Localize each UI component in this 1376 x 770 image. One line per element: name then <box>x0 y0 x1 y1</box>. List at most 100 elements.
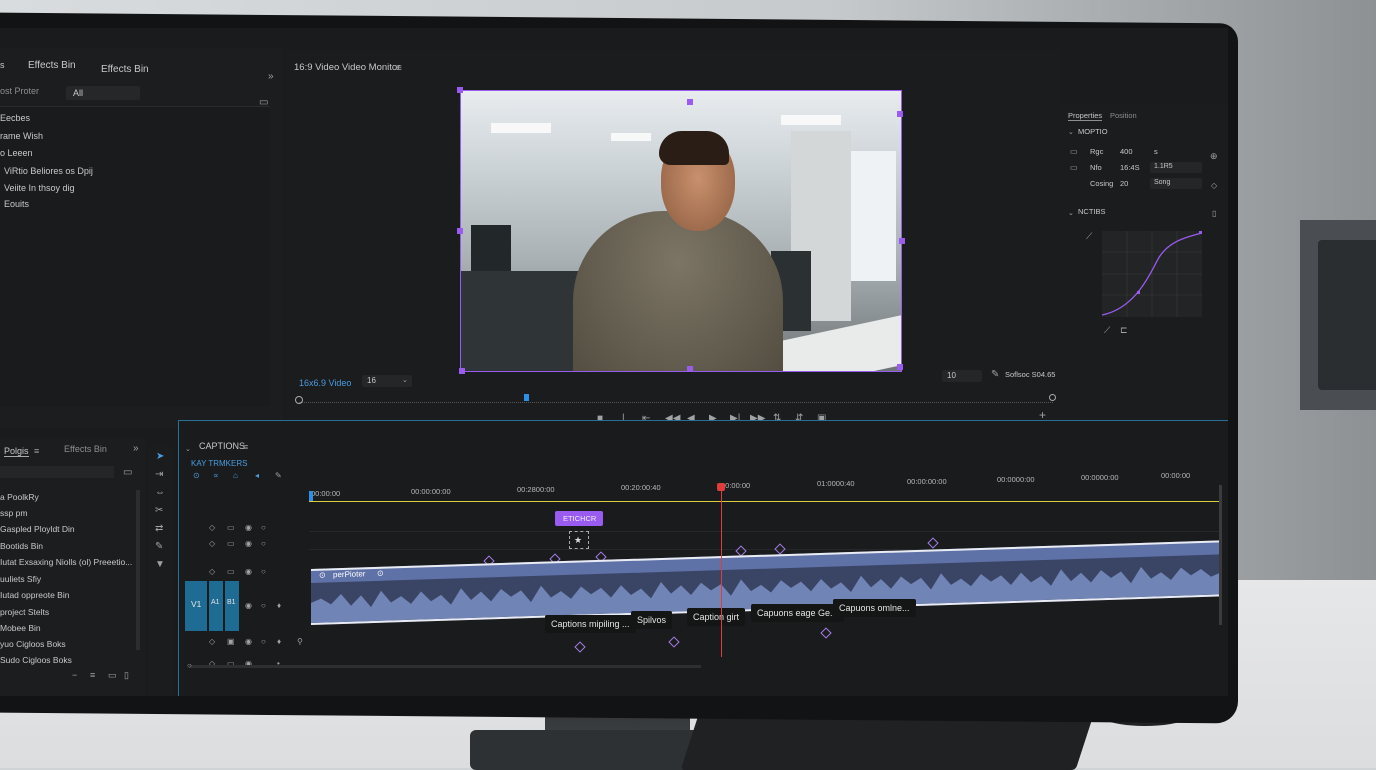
list-item[interactable]: rame Wish <box>0 131 43 141</box>
sync-icon[interactable]: ○ <box>261 523 266 533</box>
curve-tool-icon[interactable]: ⟋ <box>1086 231 1092 241</box>
list-item[interactable]: a PoolkRy <box>0 492 39 502</box>
list-item[interactable]: yuo Cigloos Boks <box>0 639 66 649</box>
razor-tool-icon[interactable]: ✂ <box>155 506 163 516</box>
wrench-icon[interactable]: ✎ <box>275 471 282 481</box>
sync-icon[interactable]: ○ <box>261 567 266 577</box>
time-ruler[interactable]: 00:00:00 00:00:00:00 00:2800:00 00:20:00… <box>309 471 1221 502</box>
transform-handle[interactable] <box>899 238 905 244</box>
list-item[interactable]: uuliets Sfiy <box>0 574 41 584</box>
timeline-horizontal-scrollbar[interactable] <box>189 665 701 668</box>
list-item[interactable]: ViRtio Beliores os Dpij <box>4 166 93 176</box>
list-item[interactable]: o Leeen <box>0 148 33 158</box>
trash-icon[interactable]: ▯ <box>1212 209 1216 219</box>
wrench-icon[interactable]: ✎ <box>991 370 999 380</box>
trash-icon[interactable]: ▯ <box>124 670 129 680</box>
tab-polgis[interactable]: Polgis <box>4 446 29 457</box>
eye-icon[interactable]: ◉ <box>245 523 252 533</box>
property-value[interactable]: 20 <box>1120 179 1128 188</box>
track-target-a1[interactable]: A1 <box>209 581 223 631</box>
mic-icon[interactable]: ♦ <box>277 601 281 611</box>
keyframe[interactable] <box>668 636 680 648</box>
transform-handle[interactable] <box>459 368 465 374</box>
list-item[interactable]: Mobee Bin <box>0 623 41 633</box>
filter-dropdown[interactable]: All <box>66 86 140 100</box>
right-value-box[interactable]: 10 <box>942 370 982 382</box>
playhead-handle[interactable] <box>717 483 725 491</box>
property-value[interactable]: 400 <box>1120 147 1133 156</box>
voiceover-icon[interactable]: ⚲ <box>297 637 303 647</box>
tab-effects-bin-bottom[interactable]: Effects Bin <box>64 444 107 454</box>
property-value[interactable]: 16:4S <box>1120 163 1140 172</box>
keyframe[interactable] <box>574 641 586 653</box>
flag-icon[interactable]: ◂ <box>255 471 259 481</box>
keyframe[interactable] <box>820 627 832 639</box>
list-item[interactable]: Sudo Cigloos Boks <box>0 655 72 665</box>
property-extra[interactable]: s <box>1154 147 1158 156</box>
transform-handle[interactable] <box>897 111 903 117</box>
eye-icon[interactable]: ◉ <box>245 637 252 647</box>
chevron-down-icon[interactable]: ⌄ <box>1068 128 1074 138</box>
list-item[interactable]: project Stelts <box>0 607 49 617</box>
caption-clip[interactable]: Capuons omlne... <box>833 599 916 617</box>
bins-search-input[interactable] <box>0 466 114 478</box>
list-view-icon[interactable]: ≡ <box>90 670 95 680</box>
list-item[interactable]: Bootids Bin <box>0 541 43 551</box>
keyframe[interactable] <box>774 543 786 555</box>
type-tool-icon[interactable]: ▼ <box>155 560 165 570</box>
folder-icon[interactable]: ▭ <box>108 670 117 680</box>
slip-tool-icon[interactable]: ⇄ <box>155 524 163 534</box>
chevron-down-icon[interactable]: ⌄ <box>1068 209 1074 219</box>
mic-icon[interactable]: ♦ <box>277 637 281 647</box>
list-item[interactable]: Eecbes <box>0 113 30 123</box>
marker-icon[interactable]: ⌂ <box>233 471 238 481</box>
eye-icon[interactable]: ◉ <box>245 601 252 611</box>
linked-icon[interactable]: ∝ <box>213 471 219 481</box>
list-item[interactable]: Veiite In thsoy dig <box>4 183 75 193</box>
ripple-tool-icon[interactable]: ⇔ <box>155 488 165 498</box>
graphic-clip-tag[interactable]: ETICHCR <box>555 511 603 526</box>
zoom-slider-icon[interactable]: ○ <box>187 661 192 671</box>
list-item[interactable]: Iutat Exsaxing Niolls (ol) Preeetio... <box>0 557 132 567</box>
tab-properties[interactable]: Properties <box>1068 111 1103 121</box>
lock-icon[interactable]: ▭ <box>227 567 235 577</box>
expand-panel-icon[interactable]: » <box>133 444 139 454</box>
transform-handle[interactable] <box>457 228 463 234</box>
keyframe-toggle-icon[interactable]: ◇ <box>1211 181 1217 191</box>
pen-icon[interactable]: ⟋ <box>1104 325 1110 335</box>
selection-tool-icon[interactable]: ➤ <box>156 452 164 462</box>
keyframe-icon[interactable]: ◇ <box>209 637 215 647</box>
transform-handle[interactable] <box>687 99 693 105</box>
list-item[interactable]: ssp pm <box>0 508 27 518</box>
tab-edge[interactable]: s <box>0 60 5 70</box>
zoom-dropdown[interactable]: 16 ⌄ <box>362 375 412 387</box>
pen-tool-icon[interactable]: ✎ <box>155 542 163 552</box>
sync-icon[interactable]: ○ <box>261 601 266 611</box>
track-target-b1[interactable]: B1 <box>225 581 239 631</box>
easing-curve-graph[interactable] <box>1102 231 1202 317</box>
monitor-menu-icon[interactable]: ≡ <box>396 64 402 74</box>
list-item[interactable]: Gaspled Ployldt Din <box>0 524 75 534</box>
zoom-icon[interactable]: ⊕ <box>1210 151 1218 161</box>
expand-panel-icon[interactable]: » <box>268 72 274 82</box>
caption-clip[interactable]: Captions mipiling ... <box>545 615 636 633</box>
property-dropdown[interactable]: Song <box>1150 178 1202 189</box>
eye-icon[interactable]: ◉ <box>245 567 252 577</box>
bins-scrollbar[interactable] <box>136 490 140 650</box>
timeline-vertical-scrollbar[interactable] <box>1219 485 1222 625</box>
minus-icon[interactable]: − <box>72 670 77 680</box>
playback-scrubber[interactable] <box>295 394 1056 404</box>
transform-handle[interactable] <box>897 364 903 370</box>
lock-icon[interactable]: ▭ <box>227 523 235 533</box>
track-select-tool-icon[interactable]: ⇥ <box>155 470 163 480</box>
menu-icon[interactable]: ≡ <box>243 442 248 452</box>
transform-handle[interactable] <box>457 87 463 93</box>
tab-position[interactable]: Position <box>1110 111 1137 120</box>
add-button-icon[interactable]: + <box>1039 409 1046 421</box>
snap-icon[interactable]: ⊙ <box>193 471 200 481</box>
sync-icon[interactable]: ○ <box>261 637 266 647</box>
menu-icon[interactable]: ≡ <box>34 446 39 456</box>
tab-effects-bin-2[interactable]: Effects Bin <box>101 64 149 75</box>
graphic-clip-thumbnail[interactable]: ★ <box>569 531 589 549</box>
track-target-v1[interactable]: V1 <box>185 581 207 631</box>
